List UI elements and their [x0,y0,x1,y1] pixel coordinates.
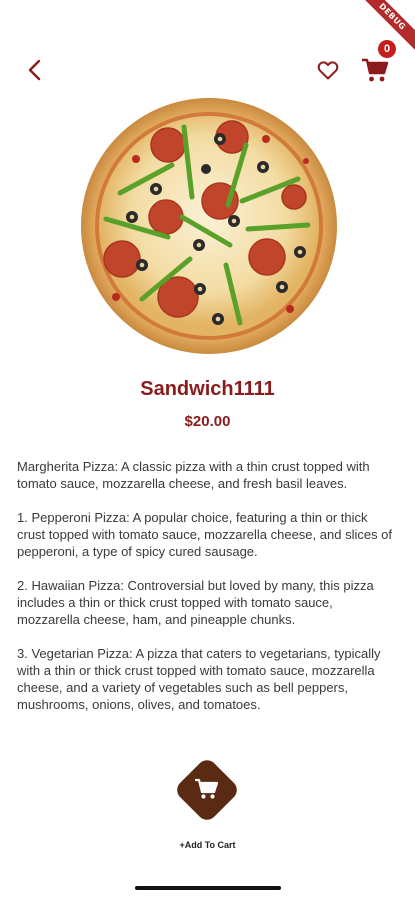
cart-icon [195,778,219,799]
back-button[interactable] [22,56,48,84]
home-indicator[interactable] [135,886,281,890]
add-to-cart-label[interactable]: +Add To Cart [0,840,415,850]
heart-outline-icon [317,61,339,80]
product-image [80,97,338,355]
cart-button[interactable] [360,56,390,84]
add-to-cart-button[interactable] [172,755,242,825]
shopping-cart-icon [362,58,389,82]
favorite-button[interactable] [315,58,341,82]
product-name: Sandwich1111 [140,378,275,400]
pizza-image [81,98,337,354]
product-description: Margherita Pizza: A classic pizza with a… [17,459,393,712]
cart-count-badge: 0 [378,40,396,58]
top-bar: 0 [0,40,415,90]
product-price: $20.00 [184,413,231,430]
back-arrow-icon [28,59,41,81]
